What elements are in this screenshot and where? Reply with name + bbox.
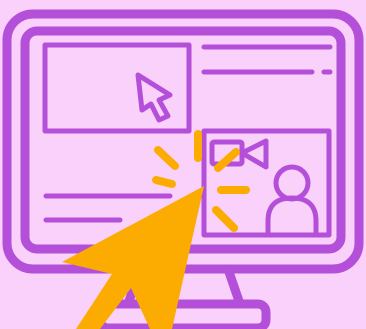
- online-video-call-illustration: [0, 0, 366, 329]
- burst-ray-6: [152, 176, 176, 188]
